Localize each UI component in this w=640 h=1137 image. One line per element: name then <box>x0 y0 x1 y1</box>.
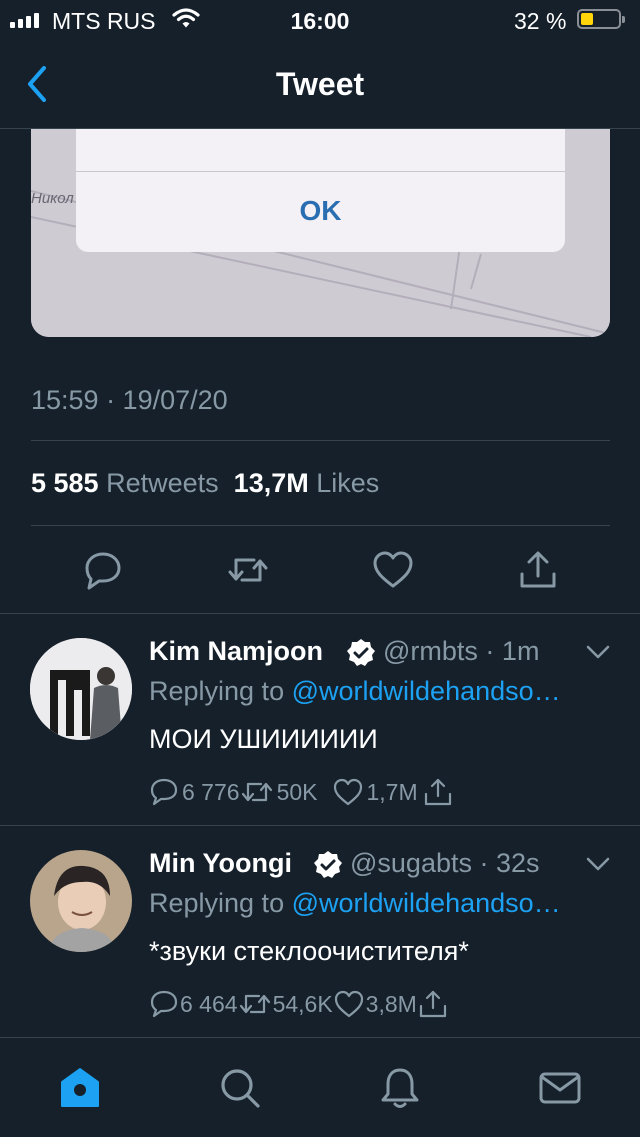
reply-tweet[interactable]: Kim Namjoon @rmbts · 1m Replying to @wor… <box>0 614 640 825</box>
tab-home[interactable] <box>58 1066 102 1110</box>
reply-count-button[interactable]: 6 464 <box>149 989 238 1019</box>
avatar[interactable] <box>30 638 132 740</box>
home-icon <box>61 1068 99 1107</box>
author-handle[interactable]: @sugabts <box>350 848 472 878</box>
replying-prefix: Replying to <box>149 676 285 706</box>
retweet-icon <box>239 994 270 1014</box>
battery-icon <box>577 9 625 29</box>
share-icon <box>419 990 446 1018</box>
reply-count: 6 776 <box>182 778 240 805</box>
dialog-divider <box>76 171 565 172</box>
share-icon <box>424 778 451 806</box>
reply-button[interactable] <box>81 548 125 592</box>
like-button[interactable] <box>371 548 415 592</box>
retweet-count-button[interactable]: 54,6K <box>238 989 333 1019</box>
author-name[interactable]: Kim Namjoon <box>149 636 323 667</box>
retweet-icon <box>241 782 272 802</box>
share-icon <box>520 551 556 588</box>
retweet-icon <box>228 558 268 582</box>
share-button[interactable] <box>516 548 560 592</box>
chevron-down-icon[interactable] <box>585 644 611 660</box>
messages-icon <box>539 1072 581 1104</box>
likes-count[interactable]: 13,7M <box>234 468 309 498</box>
tab-bar <box>0 1037 640 1137</box>
share-button[interactable] <box>422 776 454 808</box>
retweets-label[interactable]: Retweets <box>106 468 219 498</box>
search-icon <box>221 1069 260 1108</box>
tweet-media-image[interactable]: Никол OK <box>31 129 610 337</box>
reply-count: 6 464 <box>180 990 238 1017</box>
reply-icon <box>150 778 178 806</box>
avatar[interactable] <box>30 850 132 952</box>
tab-search[interactable] <box>218 1066 262 1110</box>
like-icon <box>373 551 413 588</box>
battery-percent: 32 % <box>514 8 567 34</box>
divider <box>31 525 610 526</box>
notifications-icon <box>381 1068 419 1108</box>
divider <box>31 440 610 441</box>
verified-icon <box>347 639 375 666</box>
reply-count-button[interactable]: 6 776 <box>149 777 240 807</box>
reply-time: 1m <box>501 636 540 666</box>
author-handle[interactable]: @rmbts <box>383 636 478 666</box>
status-bar: MTS RUS 16:00 32 % <box>0 0 640 40</box>
share-button[interactable] <box>417 988 449 1020</box>
replying-to-link[interactable]: @worldwildehandso… <box>292 676 561 706</box>
like-count-button[interactable]: 3,8M <box>333 989 417 1019</box>
reply-text: *звуки стеклоочистителя* <box>149 936 469 966</box>
reply-time: 32s <box>495 848 540 878</box>
verified-icon <box>314 851 342 878</box>
like-icon <box>333 778 362 806</box>
retweet-count-button[interactable]: 50K <box>240 777 332 807</box>
dialog-ok-button: OK <box>299 195 342 226</box>
tab-notifications[interactable] <box>378 1066 422 1110</box>
reply-icon <box>150 990 178 1018</box>
retweets-count[interactable]: 5 585 <box>31 468 99 498</box>
tweet-stats: 5 585 Retweets 13,7M Likes <box>31 468 379 499</box>
retweet-count: 50K <box>276 778 318 805</box>
like-count: 3,8M <box>365 990 417 1017</box>
retweet-count: 54,6K <box>272 990 333 1017</box>
reply-tweet[interactable]: Min Yoongi @sugabts · 32s Replying to @w… <box>0 826 640 1036</box>
replying-to-link[interactable]: @worldwildehandso… <box>292 888 561 918</box>
tab-messages[interactable] <box>538 1066 582 1110</box>
header: Tweet <box>0 40 640 129</box>
like-count-button[interactable]: 1,7M <box>332 777 418 807</box>
like-icon <box>334 990 363 1018</box>
likes-label[interactable]: Likes <box>316 468 379 498</box>
page-title: Tweet <box>275 66 365 102</box>
reply-icon <box>85 552 121 590</box>
retweet-button[interactable] <box>226 548 270 592</box>
tweet-timestamp: 15:59 · 19/07/20 <box>31 385 228 415</box>
author-name[interactable]: Min Yoongi <box>149 848 292 879</box>
replying-prefix: Replying to <box>149 888 285 918</box>
like-count: 1,7M <box>366 778 418 805</box>
map-street-label: Никол <box>31 190 74 207</box>
reply-text: МОИ УШИИИИИИ <box>149 724 378 754</box>
chevron-down-icon[interactable] <box>585 856 611 872</box>
alert-dialog: OK <box>76 129 565 252</box>
